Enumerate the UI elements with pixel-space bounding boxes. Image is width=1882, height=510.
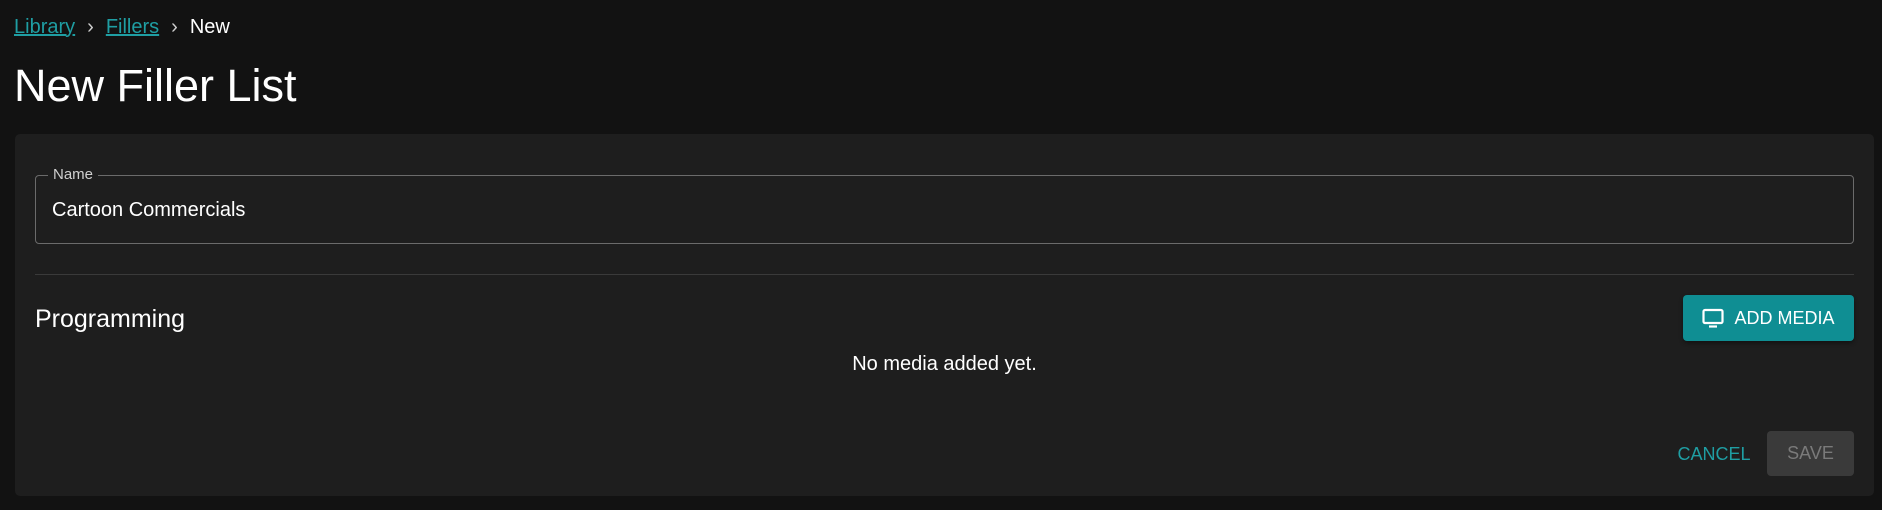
- name-field: Name: [35, 166, 1854, 244]
- divider: [35, 274, 1854, 275]
- cancel-button[interactable]: CANCEL: [1661, 432, 1767, 476]
- save-button[interactable]: SAVE: [1767, 431, 1854, 476]
- breadcrumb-separator: ›: [87, 15, 94, 38]
- breadcrumb-library-link[interactable]: Library: [14, 16, 75, 39]
- add-media-label: ADD MEDIA: [1734, 307, 1835, 328]
- programming-section-title: Programming: [35, 305, 186, 333]
- page-title: New Filler List: [14, 60, 297, 111]
- name-input[interactable]: [52, 197, 1832, 223]
- add-media-button[interactable]: ADD MEDIA: [1683, 295, 1854, 341]
- filler-list-form-card: Name Programming ADD MEDIA No media adde…: [15, 134, 1874, 496]
- breadcrumb-current: New: [189, 15, 230, 38]
- breadcrumb: Library › Fillers › New: [14, 14, 230, 40]
- breadcrumb-separator: ›: [171, 15, 178, 38]
- breadcrumb-fillers-link[interactable]: Fillers: [106, 16, 159, 39]
- empty-media-message: No media added yet.: [852, 353, 1037, 375]
- name-field-label: Name: [48, 166, 99, 184]
- tv-icon: [1702, 308, 1725, 328]
